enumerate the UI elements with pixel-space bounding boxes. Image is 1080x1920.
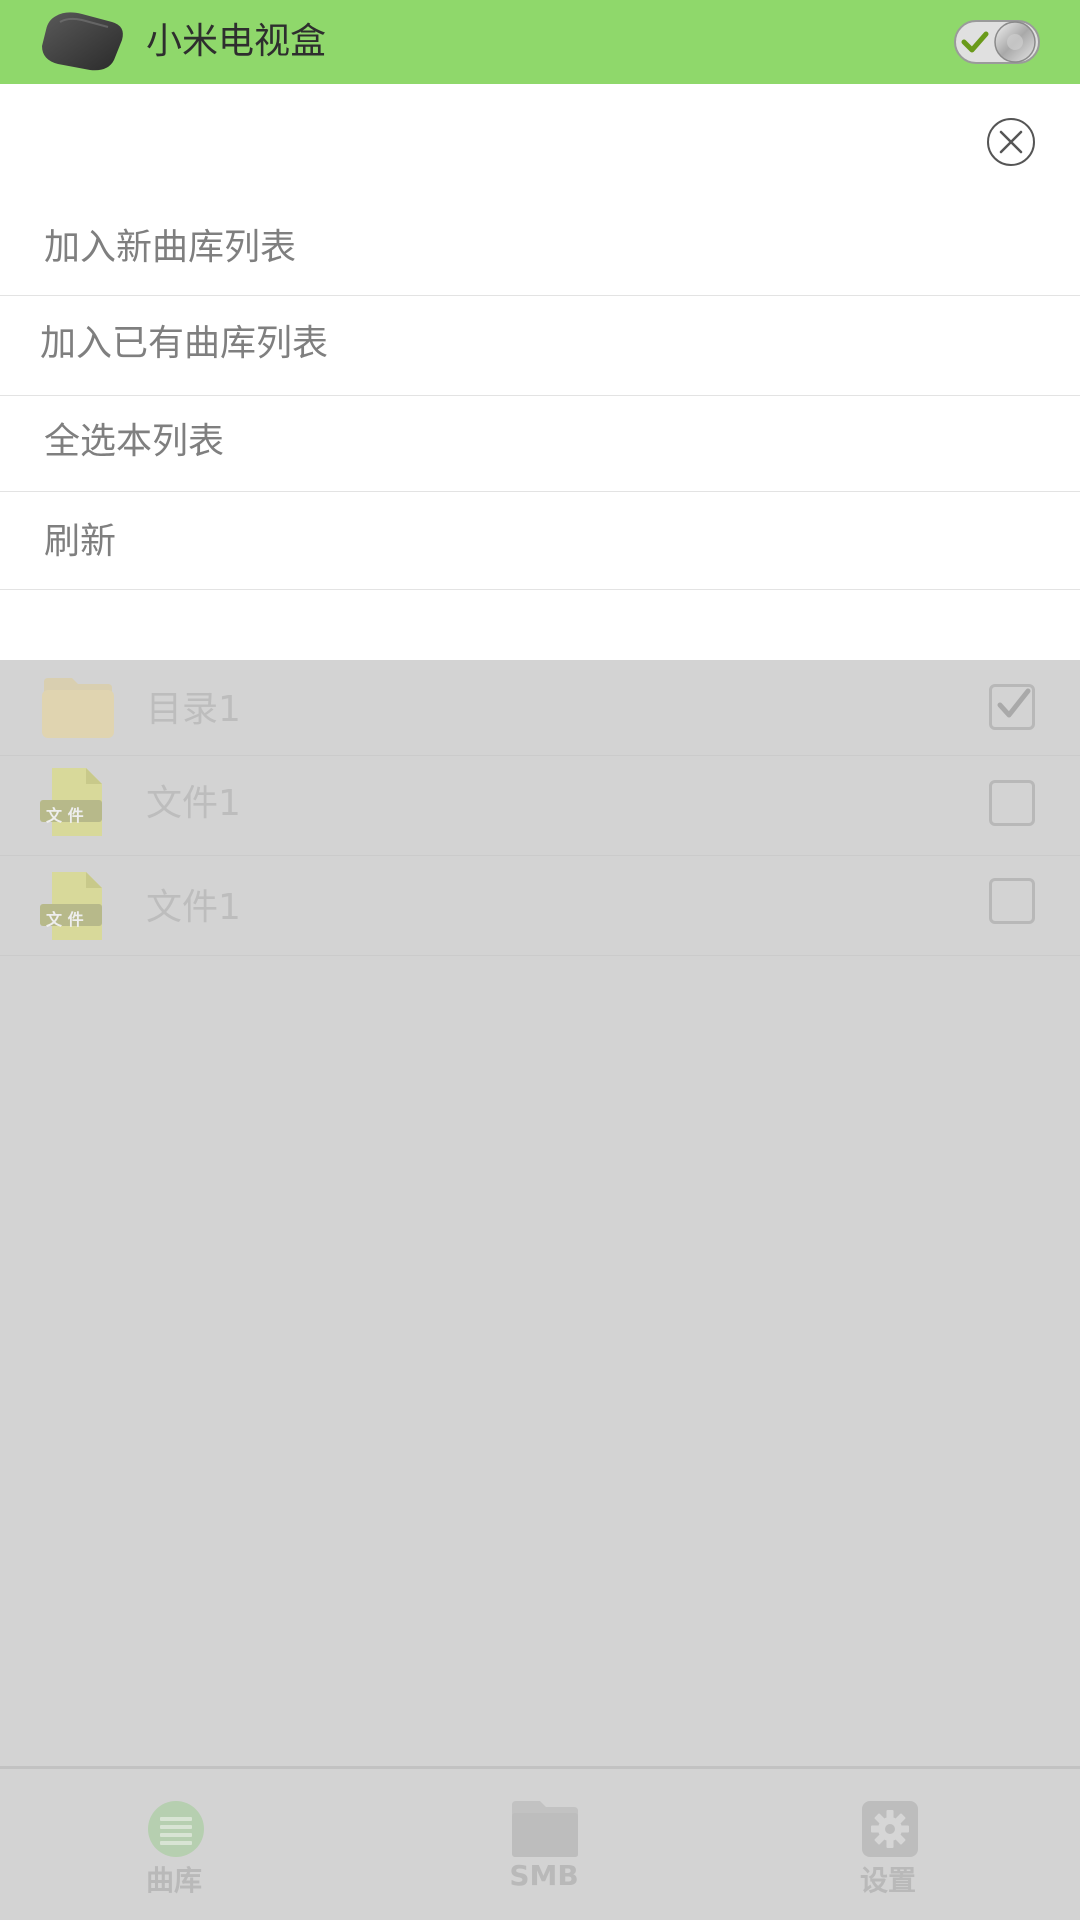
toggle-switch-icon[interactable] [954, 18, 1040, 66]
tab-settings[interactable]: 设置 [798, 1799, 978, 1909]
library-icon [146, 1799, 206, 1859]
menu-item-refresh[interactable]: 刷新 [0, 492, 1080, 590]
file-name: 文件1 [146, 887, 241, 928]
file-icon-label: 文 件 [46, 910, 84, 929]
list-item[interactable]: 文 件 文件1 [0, 856, 1080, 956]
top-header: 小米电视盒 [0, 0, 1080, 84]
folder-icon [510, 1799, 580, 1859]
tab-label: SMB [509, 1859, 579, 1892]
action-menu: 加入新曲库列表 加入已有曲库列表 全选本列表 刷新 [0, 84, 1080, 660]
checkbox-unchecked[interactable] [989, 780, 1035, 826]
header-title: 小米电视盒 [146, 21, 327, 62]
close-button[interactable] [986, 117, 1036, 167]
menu-item-label: 加入新曲库列表 [44, 227, 297, 268]
menu-item-label: 全选本列表 [44, 421, 225, 462]
checkmark-icon [997, 688, 1031, 718]
tab-label: 设置 [859, 1864, 916, 1897]
tv-box-icon [38, 10, 126, 74]
list-item[interactable]: 文 件 文件1 [0, 756, 1080, 856]
list-item[interactable]: 目录1 [0, 660, 1080, 756]
tab-smb[interactable]: SMB [454, 1799, 634, 1909]
file-name: 目录1 [146, 689, 241, 730]
folder-icon [38, 674, 118, 748]
file-icon: 文 件 [38, 870, 118, 944]
bottom-tab-bar: 曲库 SMB 设置 [0, 1766, 1080, 1920]
file-icon-label: 文 件 [46, 806, 84, 825]
close-icon [987, 118, 1035, 166]
menu-item-select-all[interactable]: 全选本列表 [0, 396, 1080, 492]
menu-item-add-new-library[interactable]: 加入新曲库列表 [0, 200, 1080, 296]
menu-item-label: 加入已有曲库列表 [40, 323, 329, 364]
file-name: 文件1 [146, 783, 241, 824]
checkbox-checked[interactable] [989, 684, 1035, 730]
menu-item-add-existing-library[interactable]: 加入已有曲库列表 [0, 296, 1080, 396]
tab-label: 曲库 [145, 1864, 202, 1897]
menu-item-label: 刷新 [44, 521, 117, 562]
checkbox-unchecked[interactable] [989, 878, 1035, 924]
tab-library[interactable]: 曲库 [84, 1799, 264, 1909]
file-icon: 文 件 [38, 766, 118, 840]
gear-icon [860, 1799, 920, 1859]
